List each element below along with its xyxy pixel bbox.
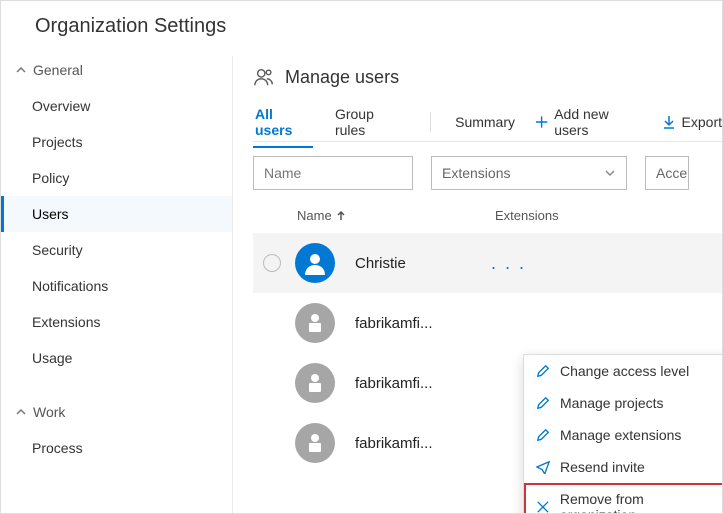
sidebar-section-work[interactable]: Work — [1, 398, 232, 430]
avatar — [295, 243, 335, 283]
row-actions-button[interactable]: . . . — [485, 249, 532, 278]
avatar — [295, 423, 335, 463]
tab-all-users[interactable]: All users — [253, 96, 313, 148]
menu-label: Manage extensions — [560, 427, 681, 443]
main-header: Manage users — [253, 56, 722, 102]
close-icon — [536, 500, 550, 514]
user-name: fabrikamfi... — [355, 315, 475, 332]
toolbar-add-users[interactable]: Add new users — [535, 106, 642, 138]
tab-group-rules[interactable]: Group rules — [333, 96, 406, 148]
sidebar-item-policy[interactable]: Policy — [1, 160, 232, 196]
filter-access-select[interactable]: Acce — [645, 156, 689, 190]
column-headers: Name Extensions — [253, 202, 722, 233]
users-icon — [253, 66, 275, 88]
service-account-icon — [303, 371, 327, 395]
context-menu: Change access level Manage projects Mana… — [523, 354, 723, 514]
menu-label: Change access level — [560, 363, 689, 379]
column-header-extensions[interactable]: Extensions — [495, 208, 722, 223]
sidebar-item-projects[interactable]: Projects — [1, 124, 232, 160]
toolbar-summary[interactable]: Summary — [455, 114, 515, 130]
sidebar-item-process[interactable]: Process — [1, 430, 232, 466]
body: General Overview Projects Policy Users S… — [1, 56, 722, 513]
sidebar: General Overview Projects Policy Users S… — [1, 56, 233, 513]
app-root: Organization Settings General Overview P… — [0, 0, 723, 514]
filter-name-input[interactable] — [253, 156, 413, 190]
user-name: fabrikamfi... — [355, 435, 475, 452]
tabs-row: All users Group rules Summary Add new us… — [253, 102, 722, 142]
sidebar-section-label: Work — [33, 404, 65, 420]
send-icon — [536, 460, 550, 474]
download-icon — [662, 115, 676, 129]
sidebar-item-overview[interactable]: Overview — [1, 88, 232, 124]
service-account-icon — [303, 311, 327, 335]
sort-up-icon — [336, 211, 346, 221]
service-account-icon — [303, 431, 327, 455]
user-row[interactable]: Christie . . . — [253, 233, 722, 293]
user-row[interactable]: fabrikamfi... — [253, 293, 722, 353]
avatar — [295, 363, 335, 403]
menu-manage-projects[interactable]: Manage projects — [524, 387, 723, 419]
menu-manage-extensions[interactable]: Manage extensions — [524, 419, 723, 451]
pencil-icon — [536, 364, 550, 378]
sidebar-item-extensions[interactable]: Extensions — [1, 304, 232, 340]
user-name: fabrikamfi... — [355, 375, 475, 392]
main-header-title: Manage users — [285, 67, 399, 88]
menu-label: Remove from organization — [560, 491, 722, 514]
separator — [430, 112, 431, 132]
sidebar-section-general[interactable]: General — [1, 56, 232, 88]
filter-access-label: Acce — [656, 165, 687, 181]
toolbar-export-label: Export — [682, 114, 722, 130]
column-header-name[interactable]: Name — [297, 208, 495, 223]
avatar — [295, 303, 335, 343]
column-name-label: Name — [297, 208, 332, 223]
plus-icon — [535, 115, 548, 129]
chevron-up-icon — [15, 406, 27, 418]
row-select-radio[interactable] — [263, 254, 281, 272]
filter-extensions-select[interactable]: Extensions — [431, 156, 627, 190]
pencil-icon — [536, 396, 550, 410]
chevron-down-icon — [604, 167, 616, 179]
menu-label: Manage projects — [560, 395, 664, 411]
chevron-up-icon — [15, 64, 27, 76]
sidebar-item-security[interactable]: Security — [1, 232, 232, 268]
pencil-icon — [536, 428, 550, 442]
menu-remove-from-org[interactable]: Remove from organization — [524, 483, 723, 514]
menu-label: Resend invite — [560, 459, 645, 475]
menu-change-access[interactable]: Change access level — [524, 355, 723, 387]
filter-extensions-label: Extensions — [442, 165, 510, 181]
person-icon — [303, 251, 327, 275]
user-name: Christie — [355, 255, 475, 272]
sidebar-item-notifications[interactable]: Notifications — [1, 268, 232, 304]
filters-row: Extensions Acce — [253, 142, 722, 202]
toolbar-export[interactable]: Export — [662, 114, 722, 130]
toolbar-add-users-label: Add new users — [554, 106, 641, 138]
sidebar-item-users[interactable]: Users — [1, 196, 232, 232]
sidebar-item-usage[interactable]: Usage — [1, 340, 232, 376]
sidebar-section-label: General — [33, 62, 83, 78]
menu-resend-invite[interactable]: Resend invite — [524, 451, 723, 483]
page-title: Organization Settings — [1, 1, 722, 56]
